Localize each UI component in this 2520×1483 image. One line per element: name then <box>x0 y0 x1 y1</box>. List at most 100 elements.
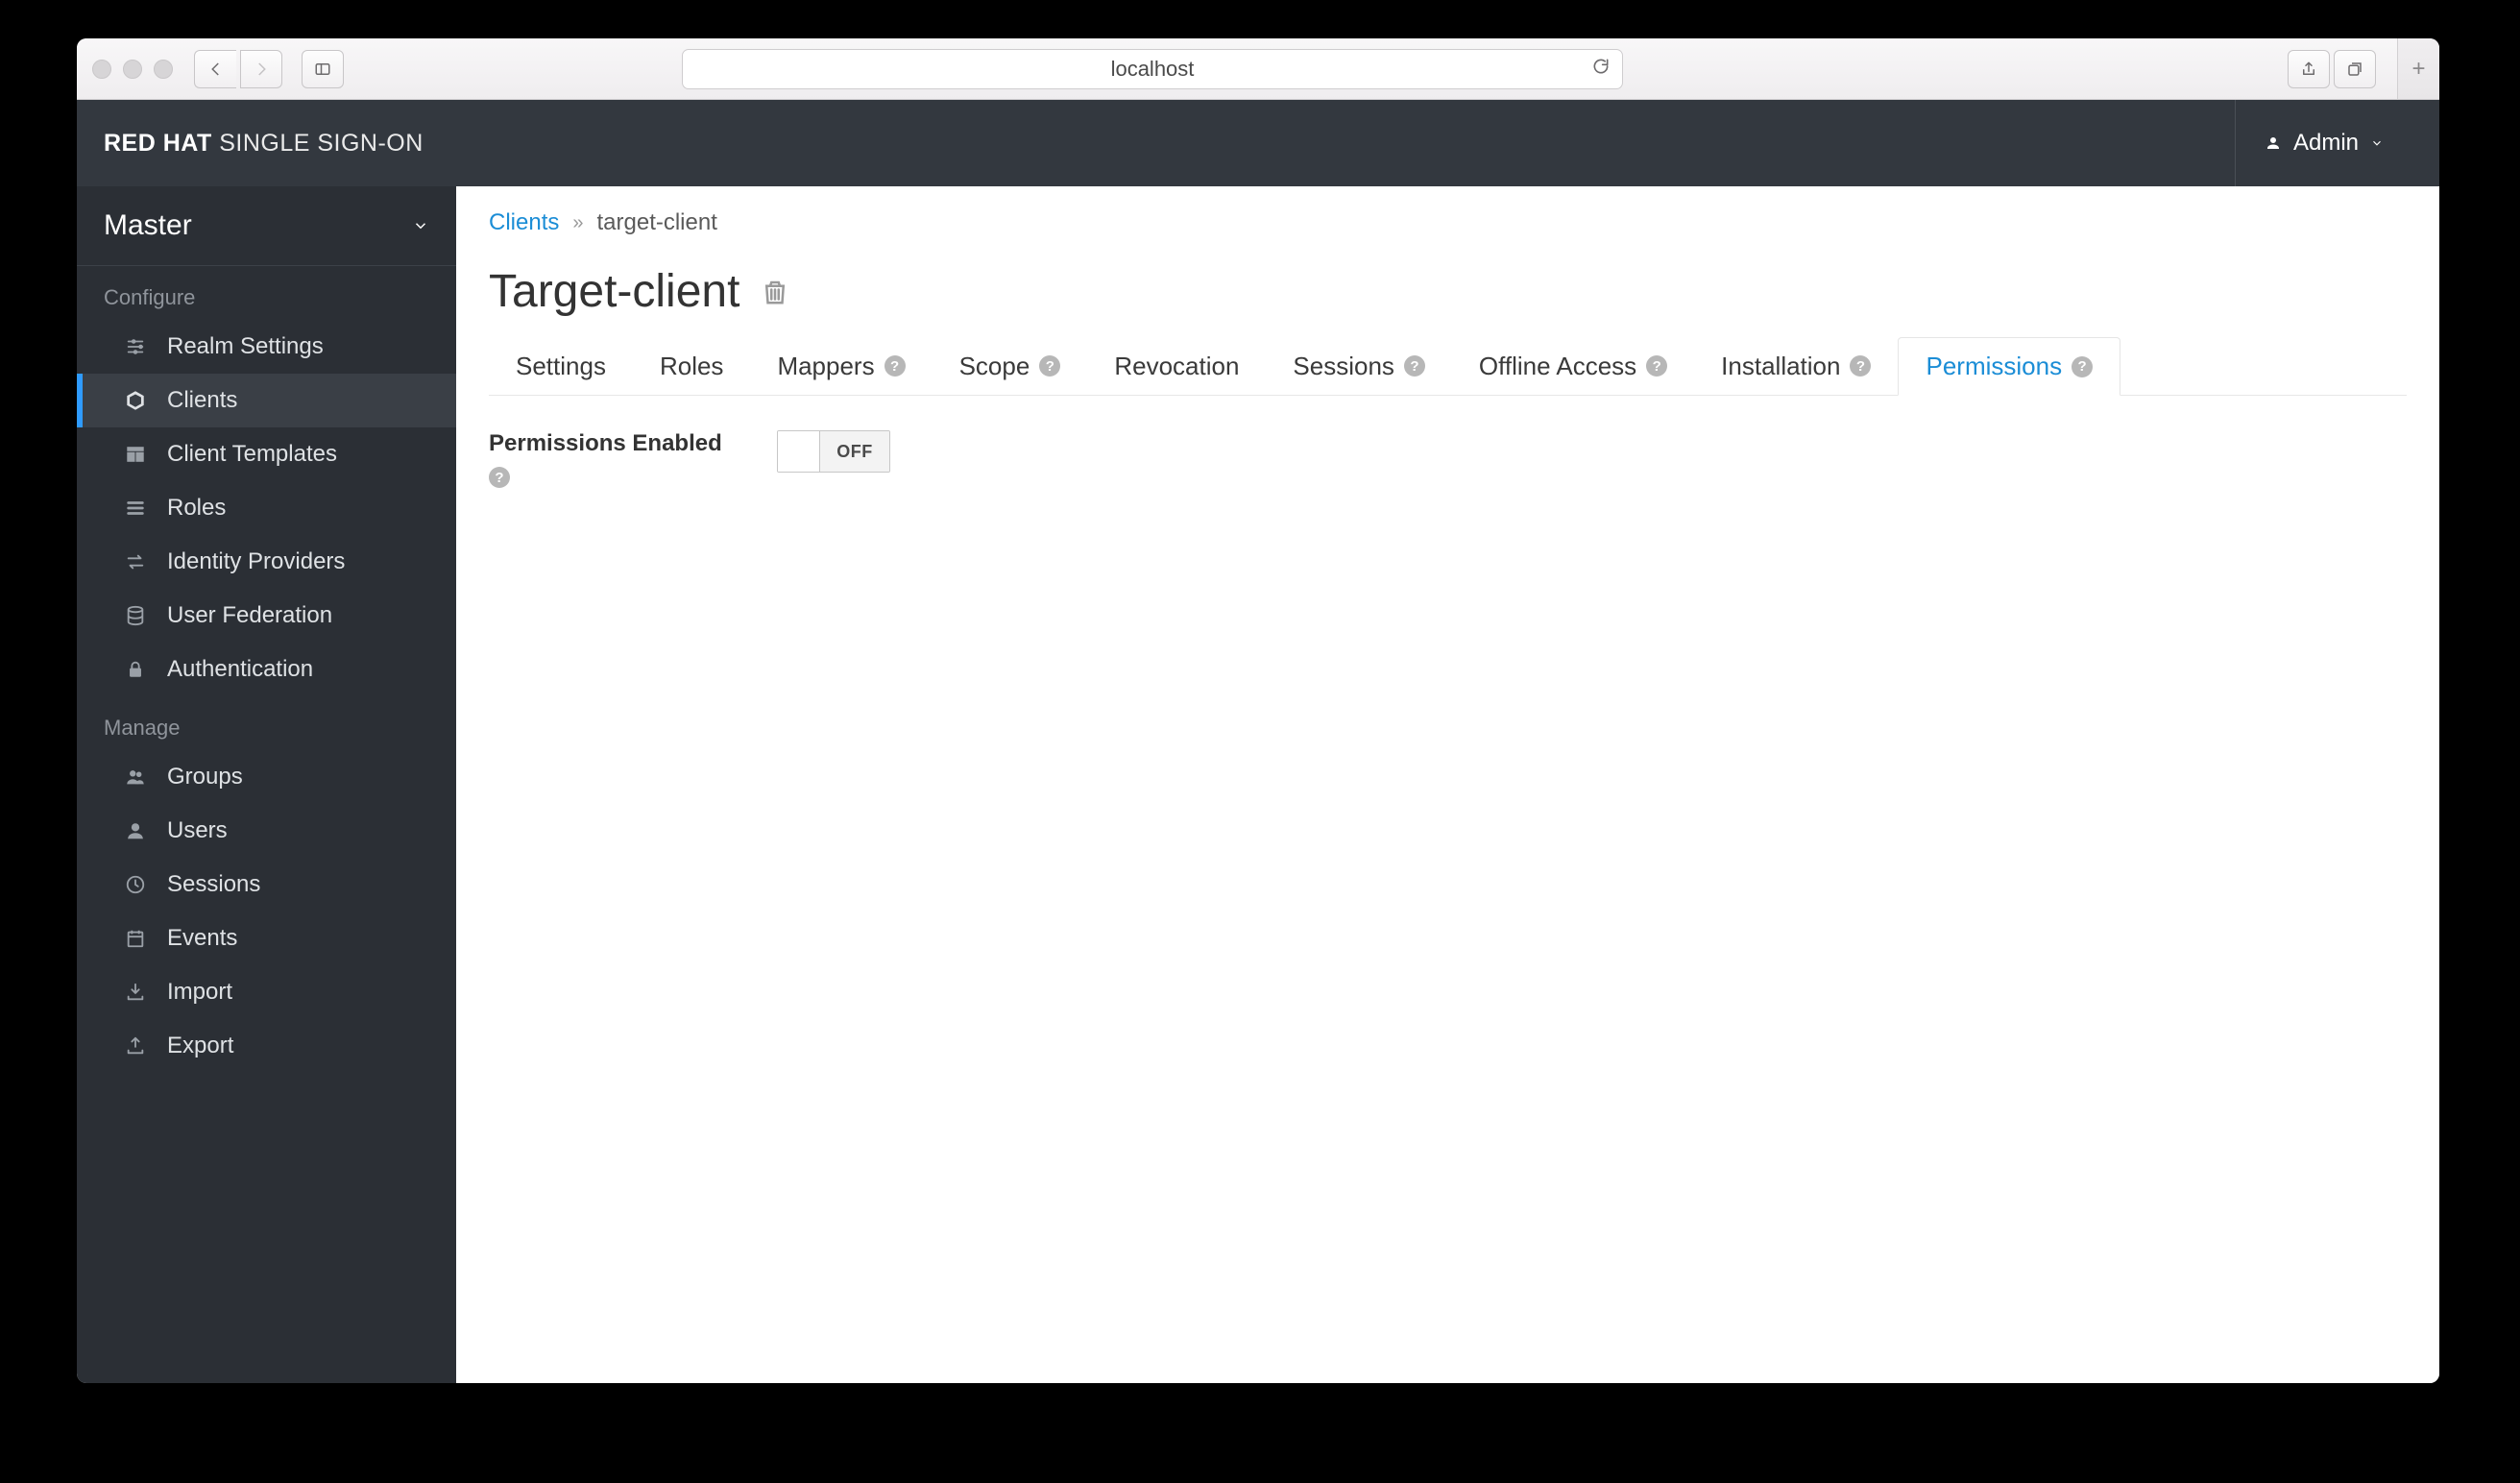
tab-installation[interactable]: Installation? <box>1694 337 1898 395</box>
user-icon <box>123 820 148 841</box>
sidebar-item-label: Sessions <box>167 871 260 898</box>
sidebar-item-identity-providers[interactable]: Identity Providers <box>77 535 456 589</box>
help-icon[interactable]: ? <box>884 355 906 377</box>
reload-icon <box>1591 57 1611 76</box>
sidebar-item-import[interactable]: Import <box>77 965 456 1019</box>
calendar-icon <box>123 928 148 949</box>
tab-label: Scope <box>959 352 1030 381</box>
lock-icon <box>123 659 148 680</box>
sidebar-item-roles[interactable]: Roles <box>77 481 456 535</box>
help-icon[interactable]: ? <box>1850 355 1871 377</box>
help-icon[interactable]: ? <box>2072 356 2093 377</box>
help-icon[interactable]: ? <box>1404 355 1425 377</box>
window-traffic-lights <box>92 60 173 79</box>
share-button[interactable] <box>2288 50 2330 88</box>
traffic-minimize[interactable] <box>123 60 142 79</box>
chevron-down-icon <box>412 217 429 234</box>
sidebar-item-clients[interactable]: Clients <box>77 374 456 427</box>
sidebar-toggle-button[interactable] <box>302 50 344 88</box>
tab-roles[interactable]: Roles <box>633 337 750 395</box>
permissions-enabled-label: Permissions Enabled ? <box>489 430 739 489</box>
page-title: Target-client <box>489 265 2407 318</box>
app-body: Master Configure Realm Settings Clients … <box>77 186 2439 1383</box>
sidebar-item-label: Client Templates <box>167 441 337 468</box>
tab-offline-access[interactable]: Offline Access? <box>1452 337 1694 395</box>
cube-icon <box>123 390 148 411</box>
panel-icon <box>314 61 331 78</box>
traffic-close[interactable] <box>92 60 111 79</box>
breadcrumb-current: target-client <box>596 209 716 236</box>
breadcrumb: Clients » target-client <box>489 209 2407 236</box>
user-menu[interactable]: Admin <box>2235 100 2412 186</box>
sidebar-item-label: User Federation <box>167 602 332 629</box>
sidebar-item-label: Users <box>167 817 228 844</box>
toggle-knob <box>778 431 820 472</box>
address-bar[interactable]: localhost <box>682 49 1623 89</box>
sidebar-item-user-federation[interactable]: User Federation <box>77 589 456 643</box>
share-icon <box>2300 61 2317 78</box>
list-icon <box>123 498 148 519</box>
sidebar: Master Configure Realm Settings Clients … <box>77 186 456 1383</box>
tab-permissions[interactable]: Permissions? <box>1898 337 2120 396</box>
sliders-icon <box>123 336 148 357</box>
user-name: Admin <box>2293 130 2359 157</box>
sidebar-item-groups[interactable]: Groups <box>77 750 456 804</box>
breadcrumb-root[interactable]: Clients <box>489 209 559 236</box>
traffic-zoom[interactable] <box>154 60 173 79</box>
sidebar-item-label: Groups <box>167 764 243 790</box>
tab-label: Permissions <box>1926 352 2062 381</box>
help-icon[interactable]: ? <box>1646 355 1667 377</box>
label-text: Permissions Enabled <box>489 430 739 457</box>
user-icon <box>2265 134 2282 152</box>
tab-label: Roles <box>660 352 723 381</box>
permissions-enabled-row: Permissions Enabled ? OFF <box>489 430 2407 489</box>
tab-label: Offline Access <box>1479 352 1636 381</box>
sidebar-item-label: Clients <box>167 387 237 414</box>
help-icon[interactable]: ? <box>1039 355 1060 377</box>
trash-icon <box>761 278 789 306</box>
forward-button[interactable] <box>240 50 282 88</box>
tab-label: Sessions <box>1293 352 1394 381</box>
main-content: Clients » target-client Target-client Se… <box>456 186 2439 1383</box>
tab-settings[interactable]: Settings <box>489 337 633 395</box>
sidebar-item-label: Realm Settings <box>167 333 324 360</box>
help-icon[interactable]: ? <box>489 467 510 488</box>
section-configure-label: Configure <box>77 266 456 320</box>
tab-mappers[interactable]: Mappers? <box>750 337 932 395</box>
brand: RED HAT SINGLE SIGN-ON <box>104 130 424 158</box>
realm-selector[interactable]: Master <box>77 186 456 266</box>
chevron-down-icon <box>2370 136 2384 150</box>
toggle-state: OFF <box>820 431 889 472</box>
tab-scope[interactable]: Scope? <box>933 337 1088 395</box>
back-button[interactable] <box>194 50 236 88</box>
browser-chrome: localhost + <box>77 38 2439 100</box>
page-title-text: Target-client <box>489 265 739 318</box>
tab-sessions[interactable]: Sessions? <box>1266 337 1452 395</box>
permissions-enabled-toggle[interactable]: OFF <box>777 430 890 473</box>
tabs-button[interactable] <box>2334 50 2376 88</box>
sidebar-item-label: Export <box>167 1033 233 1059</box>
sidebar-item-label: Authentication <box>167 656 313 683</box>
brand-bold: RED HAT <box>104 130 212 157</box>
sidebar-item-label: Identity Providers <box>167 548 345 575</box>
sidebar-item-events[interactable]: Events <box>77 912 456 965</box>
tabs: Settings Roles Mappers? Scope? Revocatio… <box>489 337 2407 396</box>
sidebar-item-sessions[interactable]: Sessions <box>77 858 456 912</box>
breadcrumb-separator: » <box>572 212 583 234</box>
reload-button[interactable] <box>1591 57 1611 82</box>
sidebar-item-export[interactable]: Export <box>77 1019 456 1073</box>
realm-name: Master <box>104 209 192 242</box>
address-text: localhost <box>1111 57 1195 82</box>
export-icon <box>123 1035 148 1057</box>
chevron-right-icon <box>253 61 270 78</box>
sidebar-item-realm-settings[interactable]: Realm Settings <box>77 320 456 374</box>
nav-buttons <box>194 50 282 88</box>
new-tab-button[interactable]: + <box>2397 38 2439 99</box>
sidebar-item-authentication[interactable]: Authentication <box>77 643 456 696</box>
chrome-right-buttons <box>2288 50 2376 88</box>
sidebar-item-users[interactable]: Users <box>77 804 456 858</box>
delete-client-button[interactable] <box>761 265 789 318</box>
sidebar-item-client-templates[interactable]: Client Templates <box>77 427 456 481</box>
tab-revocation[interactable]: Revocation <box>1087 337 1266 395</box>
chevron-left-icon <box>207 61 225 78</box>
